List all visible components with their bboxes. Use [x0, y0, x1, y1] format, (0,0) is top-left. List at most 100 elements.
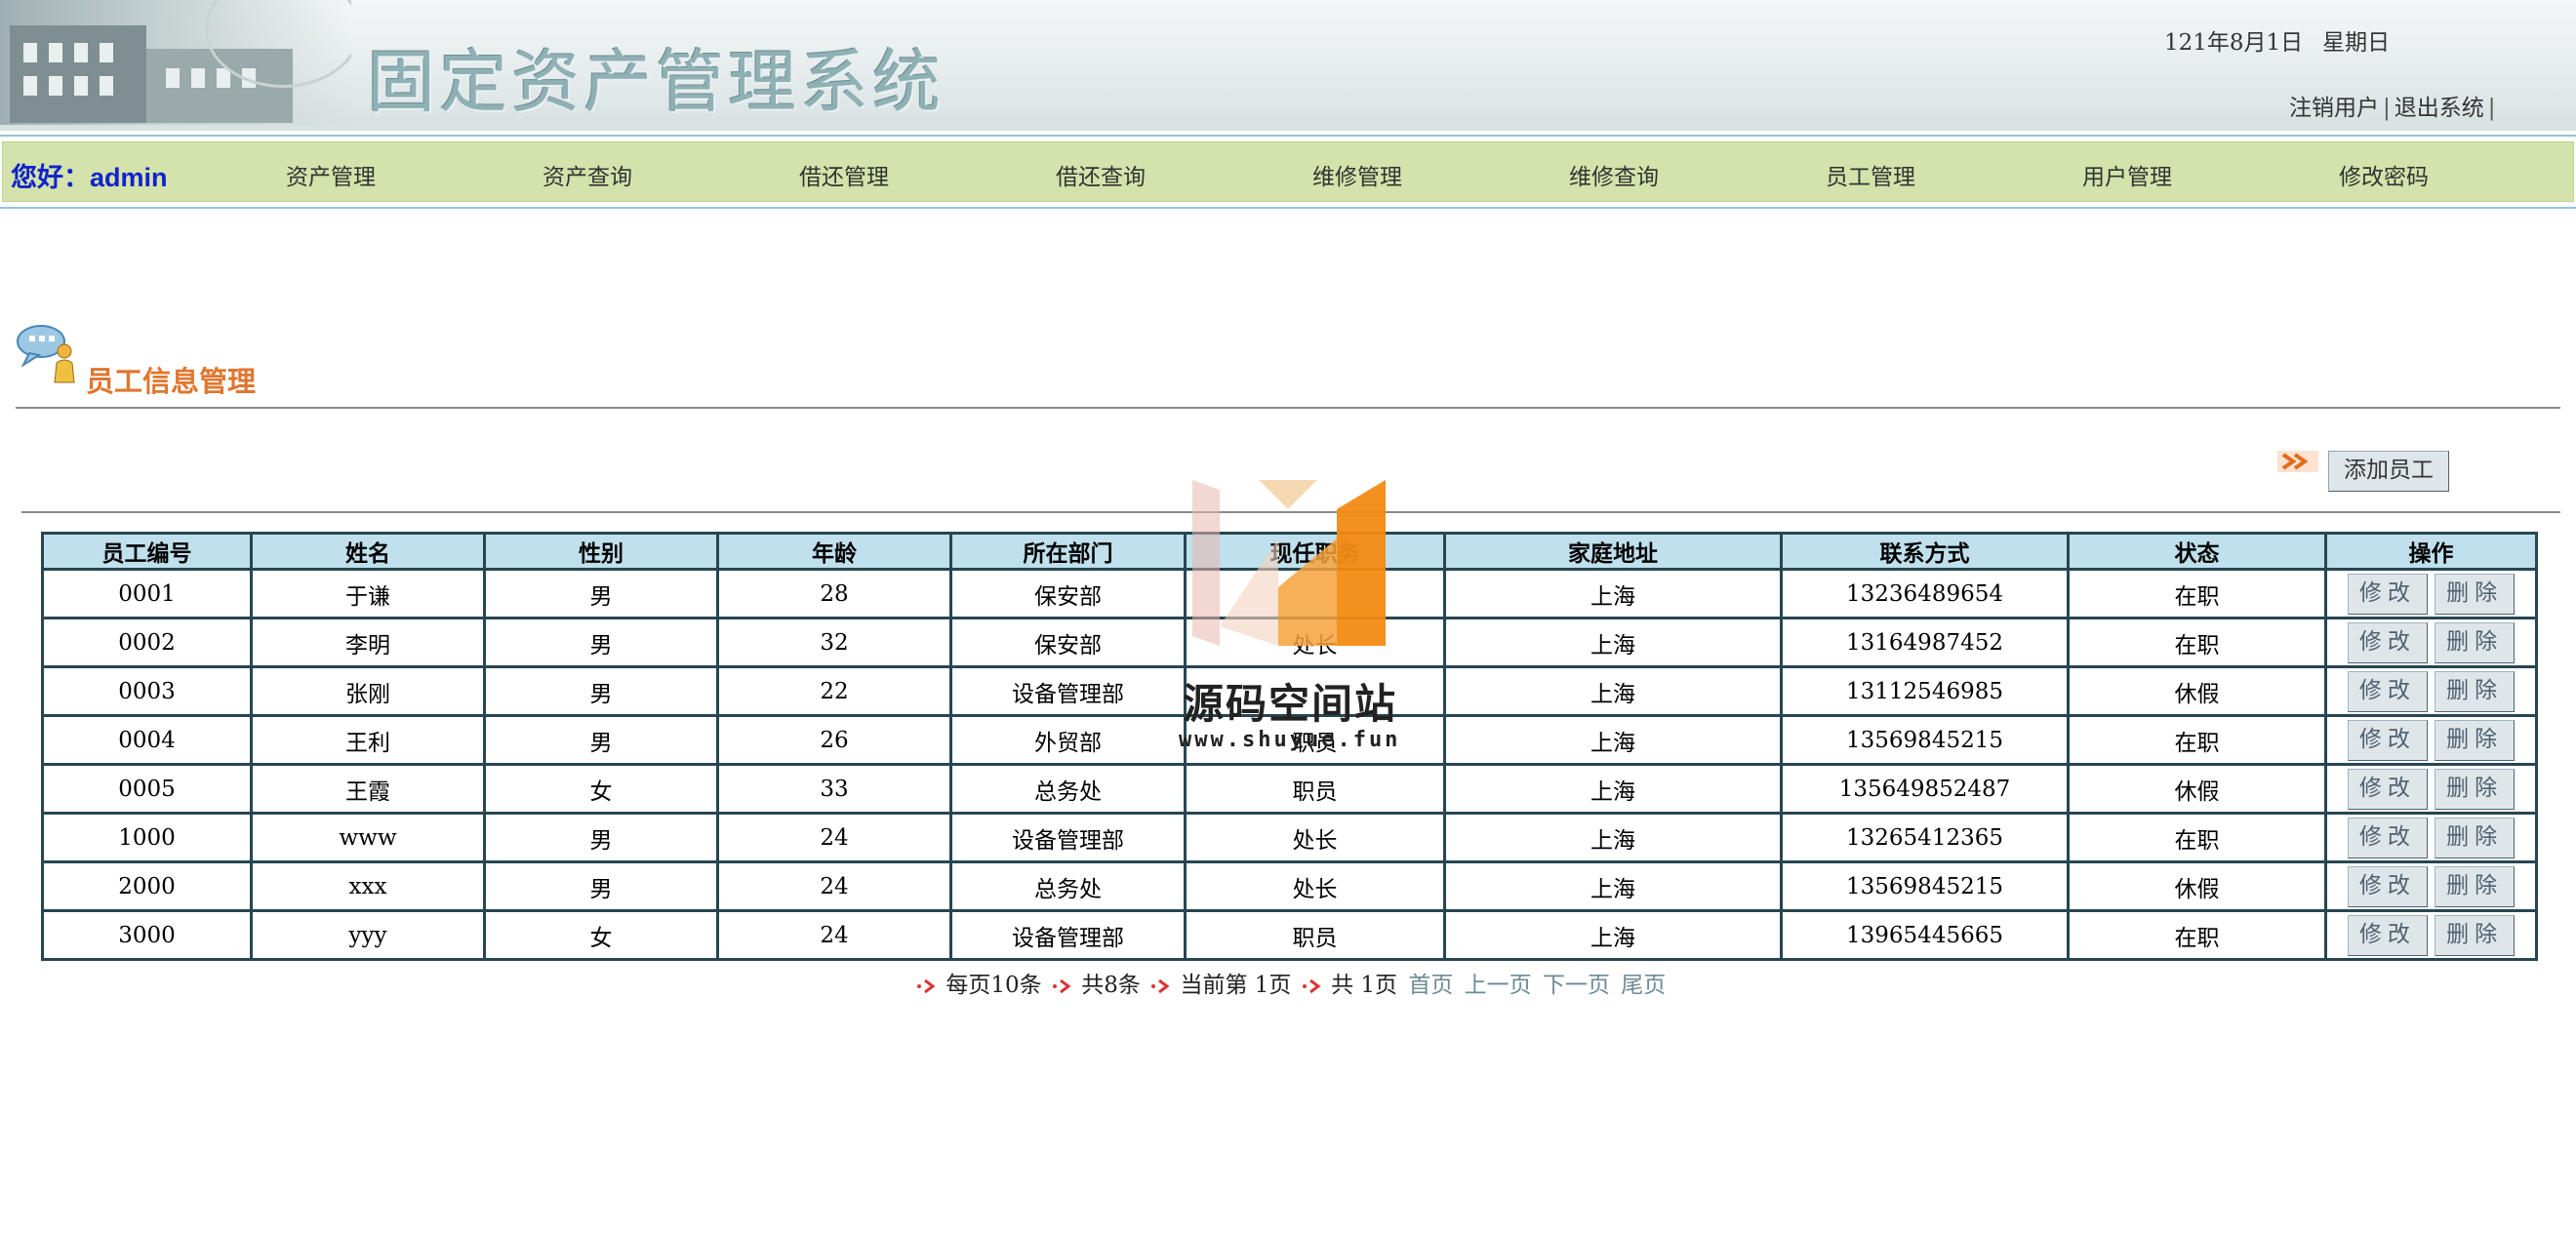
cell-title [1184, 568, 1446, 619]
cell-id: 3000 [41, 909, 253, 961]
watermark-url: www.shuyue.fun [1179, 728, 1401, 752]
cell-address: 上海 [1443, 812, 1783, 863]
greeting: 您好：admin [11, 163, 168, 192]
edit-button[interactable]: 修改 [2347, 768, 2428, 810]
cell-id: 1000 [41, 812, 253, 863]
cell-status: 休假 [2067, 665, 2327, 717]
cell-gender: 男 [483, 860, 719, 912]
cell-age: 33 [716, 763, 952, 815]
edit-button[interactable]: 修改 [2347, 621, 2428, 663]
cell-dept: 保安部 [949, 617, 1187, 668]
delete-button[interactable]: 删除 [2435, 768, 2516, 810]
nav-item-repair-query[interactable]: 维修查询 [1536, 158, 1692, 191]
edit-button[interactable]: 修改 [2347, 914, 2428, 956]
col-header-name: 姓名 [250, 532, 486, 571]
link-separator-end: | [2487, 96, 2496, 121]
cell-name: 张刚 [250, 665, 486, 717]
cell-name: 于谦 [250, 568, 486, 619]
delete-button[interactable]: 删除 [2435, 670, 2516, 712]
cell-status: 在职 [2067, 568, 2327, 619]
current-page-text: 当前第 1页 [1180, 973, 1292, 998]
col-header-address: 家庭地址 [1443, 532, 1783, 571]
cell-age: 22 [716, 665, 952, 717]
total-pages-text: 共 1页 [1331, 973, 1398, 998]
delete-button[interactable]: 删除 [2435, 719, 2516, 761]
logout-user-link[interactable]: 注销用户 [2289, 96, 2379, 121]
cell-gender: 男 [483, 568, 719, 619]
cell-dept: 设备管理部 [949, 909, 1187, 961]
main-nav: 您好：admin 资产管理 资产查询 借还管理 借还查询 维修管理 维修查询 员… [0, 135, 2576, 209]
table-row: 0001 于谦 男 28 保安部 上海 13236489654 在职 修改 删除 [41, 568, 2538, 619]
pager-arrow-icon [917, 978, 936, 994]
cell-status: 在职 [2067, 617, 2327, 668]
delete-button[interactable]: 删除 [2435, 817, 2516, 858]
edit-button[interactable]: 修改 [2347, 865, 2428, 907]
edit-button[interactable]: 修改 [2347, 719, 2428, 761]
building-photo [0, 0, 351, 125]
delete-button[interactable]: 删除 [2435, 865, 2516, 907]
nav-item-change-password[interactable]: 修改密码 [2306, 158, 2462, 191]
col-header-dept: 所在部门 [949, 532, 1187, 571]
cell-gender: 男 [483, 617, 719, 668]
weekday-text: 星期日 [2322, 30, 2391, 56]
edit-button[interactable]: 修改 [2347, 817, 2428, 858]
system-title: 固定资产管理系统 [367, 42, 945, 122]
delete-button[interactable]: 删除 [2435, 914, 2516, 956]
cell-gender: 男 [483, 714, 719, 766]
cell-actions: 修改 删除 [2324, 812, 2538, 863]
cell-actions: 修改 删除 [2324, 714, 2538, 766]
col-header-status: 状态 [2067, 532, 2327, 571]
cell-phone: 13965445665 [1780, 909, 2070, 961]
nav-item-asset-manage[interactable]: 资产管理 [253, 158, 409, 191]
first-page-link[interactable]: 首页 [1408, 973, 1453, 998]
cell-id: 2000 [41, 860, 253, 912]
edit-button[interactable]: 修改 [2347, 573, 2428, 615]
col-header-gender: 性别 [483, 532, 719, 571]
cell-title: 处长 [1184, 617, 1446, 668]
cell-gender: 男 [483, 665, 719, 717]
cell-age: 26 [716, 714, 952, 766]
nav-item-repair-manage[interactable]: 维修管理 [1279, 158, 1435, 191]
cell-id: 0005 [41, 763, 253, 815]
total-count-text: 共8条 [1081, 973, 1141, 998]
add-employee-button[interactable]: 添加员工 [2328, 451, 2449, 492]
delete-button[interactable]: 删除 [2435, 621, 2516, 663]
cell-actions: 修改 删除 [2324, 909, 2538, 961]
date-text: 121年8月1日 [2164, 30, 2304, 56]
nav-item-user-manage[interactable]: 用户管理 [2049, 158, 2205, 191]
next-page-link[interactable]: 下一页 [1543, 973, 1610, 998]
cell-phone: 135649852487 [1780, 763, 2070, 815]
table-header-row: 员工编号 姓名 性别 年龄 所在部门 现任职务 家庭地址 联系方式 状态 操作 [41, 532, 2538, 571]
cell-title: 处长 [1184, 812, 1446, 863]
cell-status: 在职 [2067, 909, 2327, 961]
cell-address: 上海 [1443, 665, 1783, 717]
cell-id: 0003 [41, 665, 253, 717]
cell-name: yyy [250, 909, 486, 961]
nav-item-borrow-manage[interactable]: 借还管理 [766, 158, 922, 191]
table-row: 1000 www 男 24 设备管理部 处长 上海 13265412365 在职… [41, 812, 2538, 863]
col-header-age: 年龄 [716, 532, 952, 571]
nav-item-employee-manage[interactable]: 员工管理 [1792, 158, 1949, 191]
cell-id: 0001 [41, 568, 253, 619]
nav-item-asset-query[interactable]: 资产查询 [509, 158, 665, 191]
col-header-id: 员工编号 [41, 532, 253, 571]
delete-button[interactable]: 删除 [2435, 573, 2516, 615]
cell-age: 32 [716, 617, 952, 668]
cell-dept: 保安部 [949, 568, 1187, 619]
cell-gender: 女 [483, 763, 719, 815]
nav-item-borrow-query[interactable]: 借还查询 [1023, 158, 1179, 191]
section-title: 员工信息管理 [86, 365, 257, 398]
cell-actions: 修改 删除 [2324, 763, 2538, 815]
edit-button[interactable]: 修改 [2347, 670, 2428, 712]
cell-address: 上海 [1443, 763, 1783, 815]
per-page-text: 每页10条 [946, 973, 1042, 998]
last-page-link[interactable]: 尾页 [1621, 973, 1666, 998]
prev-page-link[interactable]: 上一页 [1465, 973, 1532, 998]
pager-arrow-icon [1052, 978, 1071, 994]
header-banner: 固定资产管理系统 121年8月1日 星期日 注销用户 | 退出系统 | [0, 0, 2576, 131]
exit-system-link[interactable]: 退出系统 [2395, 96, 2484, 121]
cell-actions: 修改 删除 [2324, 568, 2538, 619]
cell-age: 24 [716, 812, 952, 863]
cell-name: xxx [250, 860, 486, 912]
cell-phone: 13569845215 [1780, 860, 2070, 912]
